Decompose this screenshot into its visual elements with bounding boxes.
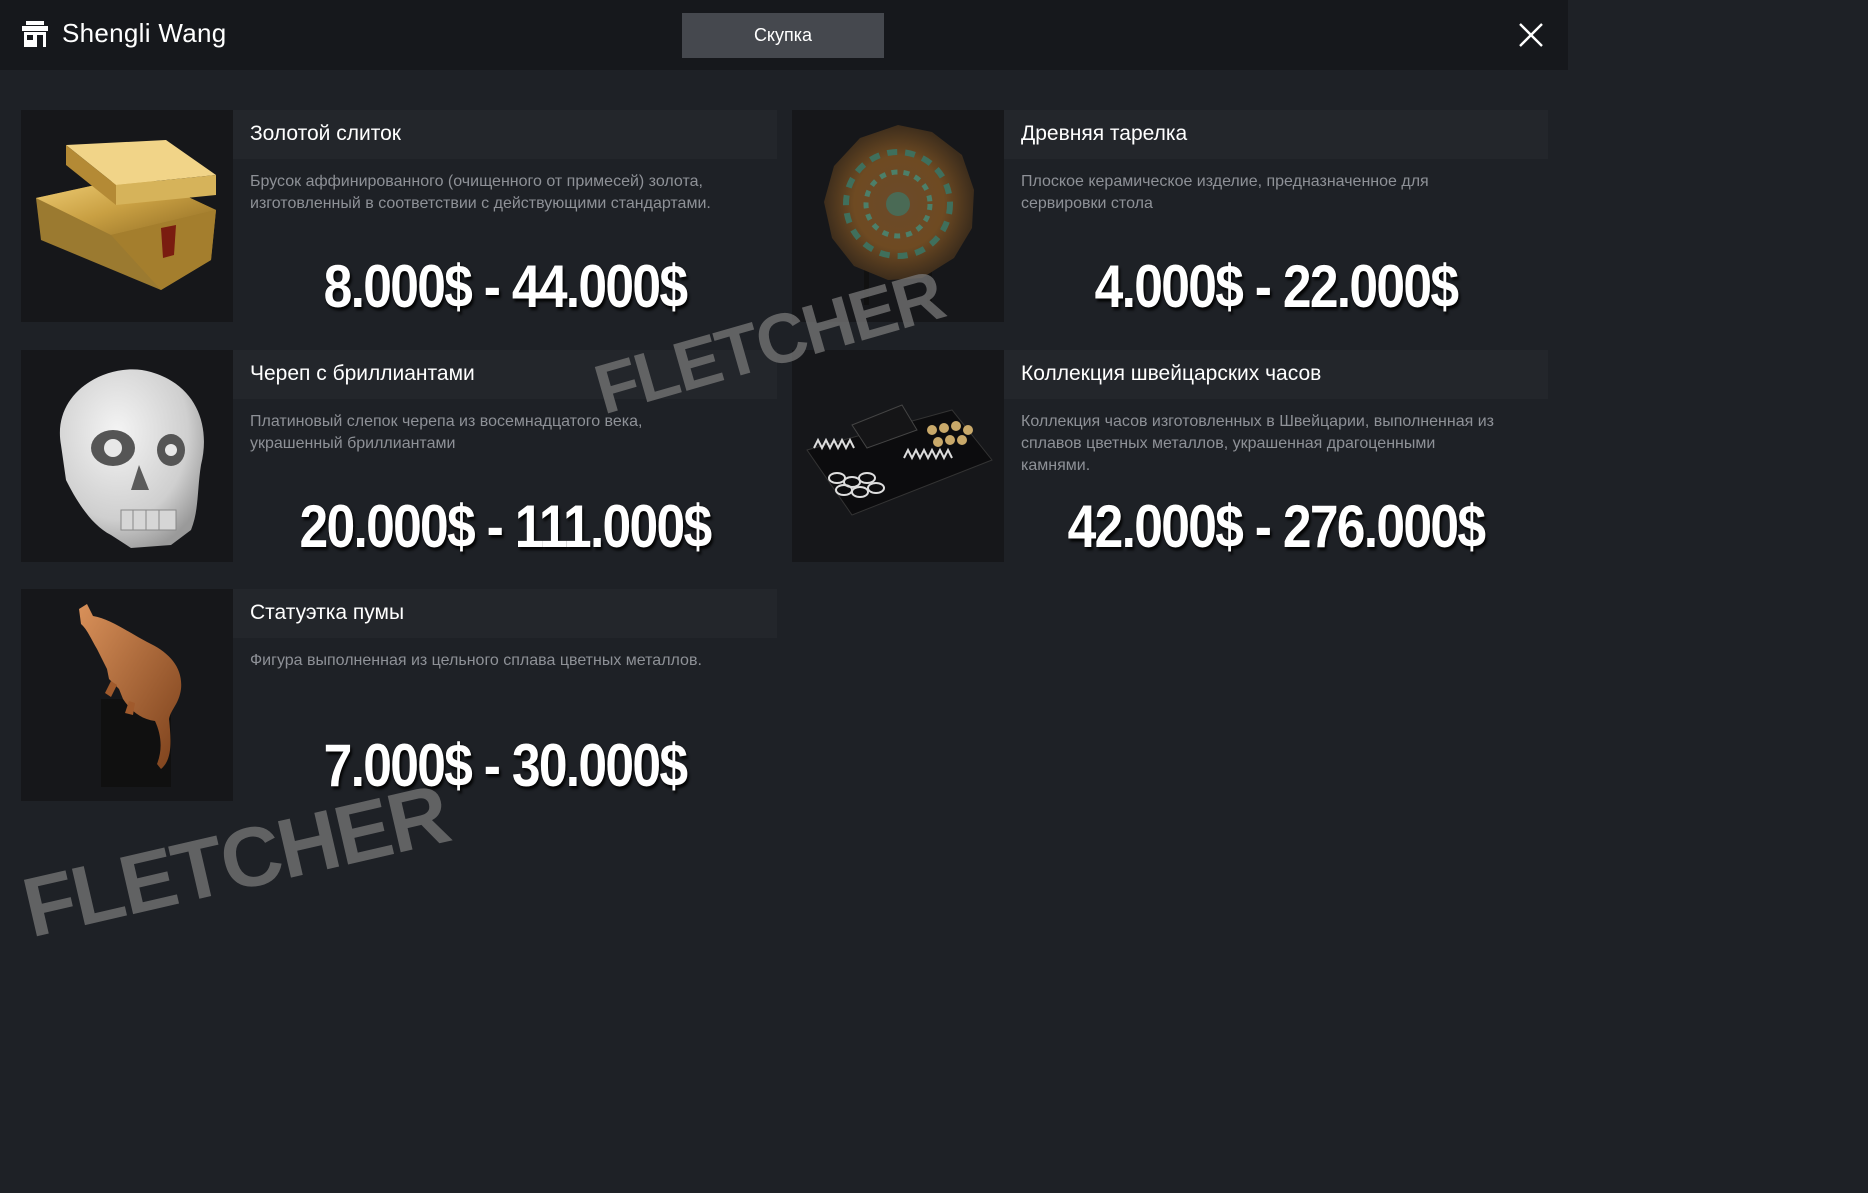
item-name-bar: Коллекция швейцарских часов: [1004, 350, 1548, 399]
item-description: Фигура выполненная из цельного сплава цв…: [250, 652, 702, 669]
item-description: Брусок аффинированного (очищенного от пр…: [250, 173, 711, 212]
puma-statuette-image: [21, 589, 233, 801]
diamond-skull-image: [21, 350, 233, 562]
item-description: Плоское керамическое изделие, предназнач…: [1021, 173, 1429, 212]
item-name: Древняя тарелка: [1021, 122, 1188, 145]
item-name: Статуэтка пумы: [250, 601, 405, 624]
close-icon[interactable]: [1516, 20, 1546, 50]
item-name-bar: Древняя тарелка: [1004, 110, 1548, 159]
item-price-range: 4.000$ - 22.000$: [1094, 253, 1459, 320]
item-price-range: 20.000$ - 111.000$: [299, 493, 713, 560]
item-price-range: 8.000$ - 44.000$: [323, 253, 688, 320]
shop-icon: [22, 21, 48, 47]
item-card-gold-bar[interactable]: Золотой слиток Брусок аффинированного (о…: [21, 110, 777, 322]
item-name: Коллекция швейцарских часов: [1021, 362, 1322, 385]
item-card-watch-collection[interactable]: Коллекция швейцарских часов Коллекция ча…: [792, 350, 1548, 562]
item-card-puma-statuette[interactable]: Статуэтка пумы Фигура выполненная из цел…: [21, 589, 777, 801]
item-name-bar: Золотой слиток: [233, 110, 777, 159]
item-price-range: 42.000$ - 276.000$: [1067, 493, 1486, 560]
vendor-name: Shengli Wang: [62, 18, 227, 48]
watch-collection-image: [792, 350, 1004, 562]
tab-buyback[interactable]: Скупка: [682, 13, 884, 58]
item-description: Коллекция часов изготовленных в Швейцари…: [1021, 413, 1494, 474]
item-description: Платиновый слепок черепа из восемнадцато…: [250, 413, 643, 452]
item-name-bar: Статуэтка пумы: [233, 589, 777, 638]
gold-bar-image: [21, 110, 233, 322]
item-name: Золотой слиток: [250, 122, 401, 145]
item-name: Череп с бриллиантами: [250, 362, 475, 385]
top-bar: Shengli Wang Скупка: [0, 0, 1568, 70]
